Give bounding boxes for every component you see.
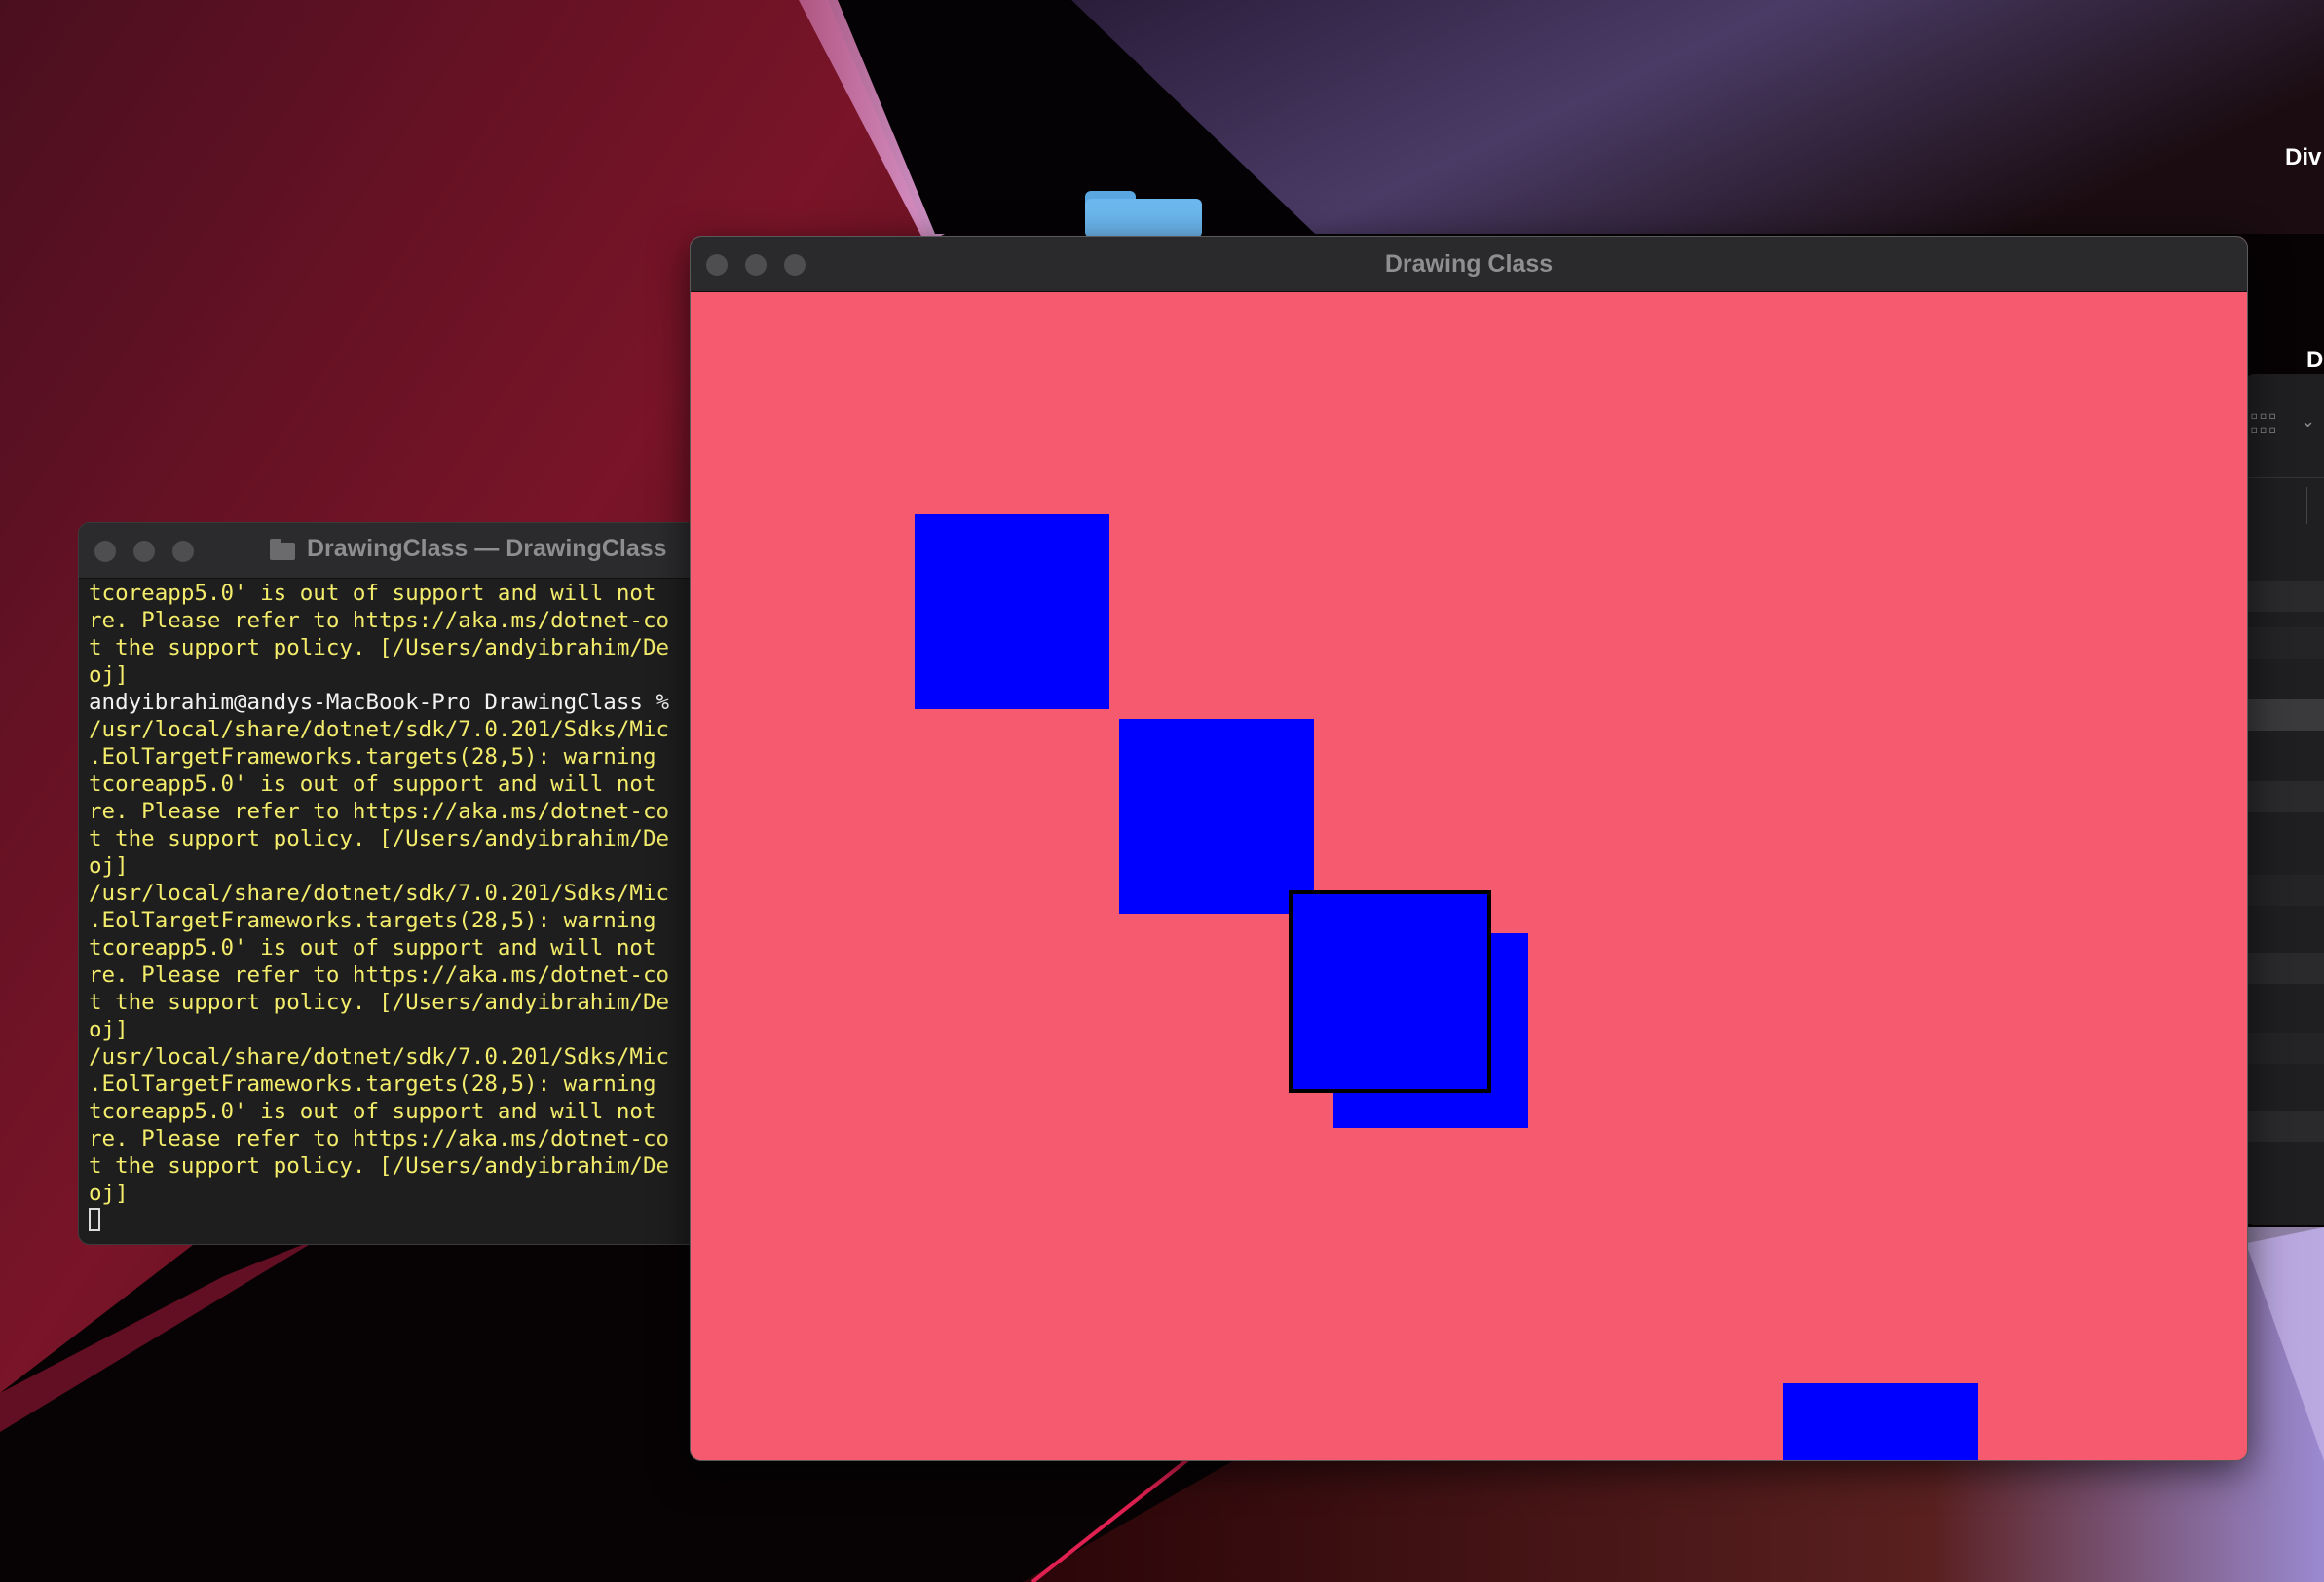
folder-body	[1085, 199, 1202, 238]
terminal-output-line: t the support policy. [/Users/andyibrahi…	[89, 990, 670, 1015]
blue-square	[1119, 719, 1314, 914]
drawing-class-window[interactable]: Drawing Class	[690, 236, 2248, 1461]
list-row[interactable]	[2246, 953, 2324, 984]
terminal-title-text: DrawingClass — DrawingClass	[307, 535, 667, 562]
zoom-button[interactable]	[172, 541, 194, 562]
list-row[interactable]	[2246, 1033, 2324, 1064]
terminal-output-line: .EolTargetFrameworks.targets(28,5): warn…	[89, 1072, 670, 1097]
terminal-output-line: re. Please refer to https://aka.ms/dotne…	[89, 962, 670, 988]
terminal-output-line: tcoreapp5.0' is out of support and will …	[89, 935, 670, 960]
desktop-folder-icon[interactable]	[1085, 191, 1202, 238]
folder-icon	[270, 538, 295, 560]
terminal-cursor-line	[89, 1207, 712, 1234]
selected-blue-square	[1289, 890, 1491, 1093]
terminal-output-line: tcoreapp5.0' is out of support and will …	[89, 772, 670, 797]
blue-square	[1783, 1383, 1978, 1460]
list-row[interactable]	[2246, 781, 2324, 812]
terminal-output-line: .EolTargetFrameworks.targets(28,5): warn…	[89, 908, 670, 933]
divider	[2246, 477, 2324, 478]
terminal-output[interactable]: tcoreapp5.0' is out of support and will …	[89, 580, 712, 1244]
close-button[interactable]	[94, 541, 116, 562]
terminal-output-line: tcoreapp5.0' is out of support and will …	[89, 581, 670, 606]
terminal-window[interactable]: DrawingClass — DrawingClass tcoreapp5.0'…	[78, 522, 713, 1245]
drawing-canvas[interactable]	[691, 292, 2247, 1460]
terminal-title: DrawingClass — DrawingClass	[270, 535, 667, 563]
terminal-output-line: t the support policy. [/Users/andyibrahi…	[89, 826, 670, 851]
list-row[interactable]	[2246, 1111, 2324, 1142]
blue-square	[915, 514, 1109, 709]
terminal-output-line: /usr/local/share/dotnet/sdk/7.0.201/Sdks…	[89, 1044, 670, 1070]
terminal-output-line: /usr/local/share/dotnet/sdk/7.0.201/Sdks…	[89, 881, 670, 906]
terminal-output-line: re. Please refer to https://aka.ms/dotne…	[89, 608, 670, 633]
chevron-down-icon[interactable]: ⌄	[2301, 411, 2315, 432]
drawing-window-title: Drawing Class	[1384, 250, 1554, 278]
minimize-button[interactable]	[133, 541, 155, 562]
terminal-output-line: t the support policy. [/Users/andyibrahi…	[89, 635, 670, 660]
terminal-titlebar[interactable]: DrawingClass — DrawingClass	[79, 523, 712, 579]
list-row[interactable]	[2246, 699, 2324, 731]
desktop-label-d: D	[2306, 347, 2324, 373]
terminal-output-line: oj]	[89, 1017, 129, 1042]
drawing-window-titlebar[interactable]: Drawing Class	[691, 237, 2247, 292]
grid-view-icon[interactable]: ▫▫▫ ▫▫▫	[2250, 409, 2287, 438]
terminal-output-line: t the support policy. [/Users/andyibrahi…	[89, 1153, 670, 1179]
terminal-output-line: .EolTargetFrameworks.targets(28,5): warn…	[89, 744, 670, 770]
terminal-output-line: tcoreapp5.0' is out of support and will …	[89, 1099, 670, 1124]
terminal-output-line: re. Please refer to https://aka.ms/dotne…	[89, 1126, 670, 1151]
list-row[interactable]	[2246, 627, 2324, 659]
background-window[interactable]: ▫▫▫ ▫▫▫ ⌄	[2246, 374, 2324, 1225]
terminal-output-line: /usr/local/share/dotnet/sdk/7.0.201/Sdks…	[89, 717, 670, 742]
terminal-prompt-line: andyibrahim@andys-MacBook-Pro DrawingCla…	[89, 690, 670, 715]
list-row[interactable]	[2246, 875, 2324, 906]
terminal-output-line: oj]	[89, 1181, 129, 1206]
terminal-cursor	[89, 1208, 100, 1231]
terminal-output-line: oj]	[89, 853, 129, 879]
divider	[2306, 487, 2307, 524]
terminal-output-line: re. Please refer to https://aka.ms/dotne…	[89, 799, 670, 824]
list-row[interactable]	[2246, 581, 2324, 612]
desktop-label-div: Div	[2285, 144, 2322, 170]
terminal-output-line: oj]	[89, 662, 129, 688]
